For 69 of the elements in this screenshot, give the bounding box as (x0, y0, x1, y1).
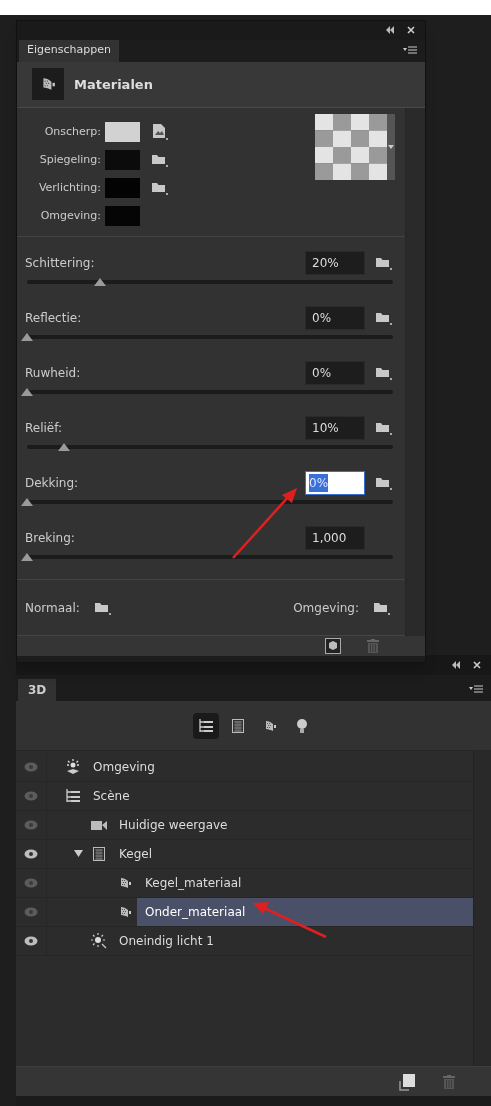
color-swatch[interactable] (105, 178, 140, 199)
slider-thumb[interactable] (21, 553, 33, 562)
scrollbar[interactable] (405, 108, 425, 637)
caret-icon (388, 145, 394, 150)
color-swatch[interactable] (105, 150, 140, 171)
slider-thumb[interactable] (57, 443, 70, 452)
tree-item[interactable]: Kegel (111, 840, 473, 868)
folder-icon[interactable] (151, 152, 169, 169)
filter-button[interactable] (192, 712, 219, 739)
mesh-icon (93, 847, 105, 861)
tree-item[interactable]: Onder_materiaal (137, 898, 473, 926)
new-item-icon[interactable] (399, 1072, 417, 1091)
bulb-icon (295, 717, 308, 734)
slider-thumb[interactable] (21, 333, 33, 342)
close-icon[interactable] (473, 661, 481, 669)
value-field[interactable]: 0% (305, 360, 365, 385)
tree-item[interactable]: Oneindig licht 1 (111, 927, 473, 955)
channel-label: Omgeving: (39, 207, 102, 224)
channel-label: Onscherp: (43, 123, 102, 140)
tree-item[interactable]: Scène (85, 782, 473, 810)
slider-thumb[interactable] (21, 498, 33, 507)
color-swatch[interactable] (105, 206, 140, 227)
map-label: Omgeving: (293, 599, 359, 617)
slider-thumb[interactable] (94, 278, 107, 287)
value-field[interactable]: 0% (305, 305, 365, 330)
slider-label: Breking: (25, 529, 75, 547)
folder-icon[interactable] (151, 180, 169, 197)
slider-label: Reflectie: (25, 309, 82, 327)
map-label: Normaal: (25, 599, 80, 617)
slider-label: Reliëf: (25, 419, 63, 437)
slider-label: Dekking: (25, 474, 79, 492)
panel-tab[interactable]: 3D (18, 679, 57, 701)
camera-icon (90, 818, 108, 832)
light-icon (91, 933, 107, 949)
scrollbar[interactable] (473, 751, 491, 1066)
color-swatch[interactable] (105, 122, 140, 143)
scene-tree-icon (197, 717, 214, 734)
collapse-icon[interactable] (385, 26, 395, 35)
cube-icon[interactable] (325, 638, 341, 655)
expand-arrow-icon[interactable] (74, 850, 83, 858)
tree-item[interactable]: Omgeving (85, 753, 473, 781)
panel-tab[interactable]: Eigenschappen (19, 39, 119, 62)
tree-item[interactable]: Huidige weergave (111, 811, 473, 839)
texture-file-icon[interactable] (151, 123, 169, 142)
close-icon[interactable] (407, 26, 415, 35)
slider-label: Ruwheid: (25, 364, 81, 382)
resize-grip[interactable] (16, 1096, 491, 1106)
preview-dropdown[interactable] (387, 114, 395, 181)
tree-item[interactable]: Kegel_materiaal (137, 869, 473, 897)
mesh-icon (231, 718, 244, 733)
material-icon (118, 876, 132, 890)
scene-tree-icon (65, 788, 81, 804)
slider-label: Schittering: (25, 254, 95, 272)
panel-menu-icon[interactable] (469, 685, 483, 695)
value-field[interactable]: 1,000 (305, 525, 365, 550)
value-field[interactable]: 10% (305, 415, 365, 440)
material-icon (118, 905, 132, 919)
value-field[interactable]: 20% (305, 250, 365, 275)
eye-icon[interactable] (24, 849, 38, 859)
panel-menu-icon[interactable] (403, 45, 417, 56)
channel-label: Verlichting: (37, 179, 102, 196)
slider-thumb[interactable] (21, 388, 33, 397)
value-field[interactable]: 0% (305, 470, 365, 495)
section-title: Materialen (74, 75, 153, 94)
materials-icon-button[interactable] (32, 68, 64, 101)
collapse-icon[interactable] (451, 661, 461, 669)
channel-label: Spiegeling: (38, 151, 102, 168)
sun-icon (65, 759, 81, 775)
eye-icon[interactable] (24, 936, 38, 946)
